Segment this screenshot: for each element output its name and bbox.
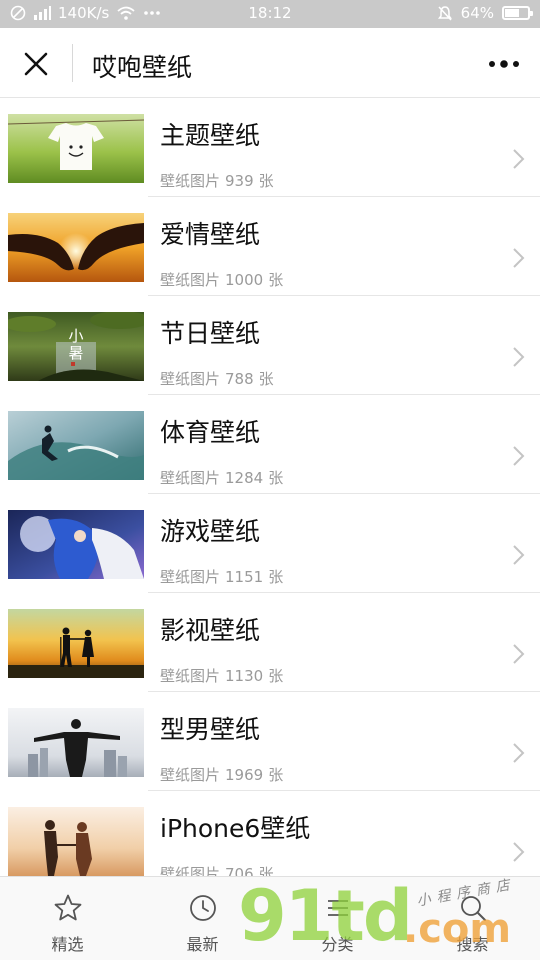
thumbnail-caption: 小暑	[68, 327, 84, 362]
chevron-right-icon	[513, 644, 525, 664]
chevron-right-icon	[513, 149, 525, 169]
image-count: 706	[225, 865, 254, 876]
item-meta: 壁纸图片 939 张	[160, 170, 279, 191]
list-item-games[interactable]: 游戏壁纸 壁纸图片 1151 张	[0, 494, 540, 593]
clock-icon	[186, 891, 220, 925]
status-bar: 140K/s 18:12 64%	[0, 0, 540, 28]
close-button[interactable]	[18, 46, 54, 82]
tab-categories[interactable]: 分类	[270, 877, 405, 960]
image-count: 1969	[225, 766, 264, 784]
item-meta: 壁纸图片 788 张	[160, 368, 279, 389]
more-dots-icon	[489, 60, 519, 68]
item-title: 节日壁纸	[160, 319, 261, 348]
item-meta: 壁纸图片 1130 张	[160, 665, 288, 686]
title-divider	[72, 44, 73, 82]
meta-label: 壁纸图片	[160, 667, 221, 685]
tab-bar: 精选 最新 分类 搜索	[0, 876, 540, 960]
bell-muted-icon	[437, 4, 453, 22]
list-item-sports[interactable]: 体育壁纸 壁纸图片 1284 张	[0, 395, 540, 494]
count-unit: 张	[268, 568, 284, 586]
tab-latest[interactable]: 最新	[135, 877, 270, 960]
image-count: 1151	[225, 568, 264, 586]
item-title: 爱情壁纸	[160, 220, 261, 249]
battery-icon	[502, 6, 533, 20]
tab-featured[interactable]: 精选	[0, 877, 135, 960]
battery-fill	[505, 9, 519, 17]
tab-search[interactable]: 搜索	[405, 877, 540, 960]
category-list: 主题壁纸 壁纸图片 939 张 爱情壁纸 壁纸图片 1000 张 小暑 节日壁纸…	[0, 98, 540, 876]
count-unit: 张	[258, 865, 274, 876]
meta-label: 壁纸图片	[160, 469, 221, 487]
list-icon	[321, 891, 355, 925]
thumbnail-couple-sunset	[8, 609, 144, 678]
chevron-right-icon	[513, 842, 525, 862]
thumbnail-game-character	[8, 510, 144, 579]
item-title: 型男壁纸	[160, 715, 261, 744]
title-bar: 哎咆壁纸	[0, 28, 540, 98]
chevron-right-icon	[513, 545, 525, 565]
tab-label: 分类	[321, 935, 354, 954]
meta-label: 壁纸图片	[160, 271, 221, 289]
chevron-right-icon	[513, 743, 525, 763]
search-icon	[456, 891, 490, 925]
meta-label: 壁纸图片	[160, 766, 221, 784]
item-meta: 壁纸图片 1969 张	[160, 764, 288, 785]
meta-label: 壁纸图片	[160, 172, 221, 190]
count-unit: 张	[268, 271, 284, 289]
item-title: 游戏壁纸	[160, 517, 261, 546]
thumbnail-lotus: 小暑	[8, 312, 144, 381]
thumbnail-man-city	[8, 708, 144, 777]
chevron-right-icon	[513, 347, 525, 367]
item-title: 影视壁纸	[160, 616, 261, 645]
list-item-iphone6[interactable]: iPhone6壁纸 壁纸图片 706 张	[0, 791, 540, 876]
image-count: 939	[225, 172, 254, 190]
list-item-guys[interactable]: 型男壁纸 壁纸图片 1969 张	[0, 692, 540, 791]
image-count: 1000	[225, 271, 264, 289]
list-item-movies[interactable]: 影视壁纸 壁纸图片 1130 张	[0, 593, 540, 692]
star-icon	[51, 891, 85, 925]
image-count: 1130	[225, 667, 264, 685]
meta-label: 壁纸图片	[160, 865, 221, 876]
count-unit: 张	[268, 469, 284, 487]
tab-label: 搜索	[456, 935, 489, 954]
tab-label: 最新	[186, 935, 219, 954]
item-title: 主题壁纸	[160, 121, 261, 150]
more-menu-button[interactable]	[484, 50, 524, 78]
count-unit: 张	[258, 370, 274, 388]
count-unit: 张	[268, 667, 284, 685]
tab-label: 精选	[51, 935, 84, 954]
count-unit: 张	[258, 172, 274, 190]
thumbnail-surfer	[8, 411, 144, 480]
image-count: 788	[225, 370, 254, 388]
item-meta: 壁纸图片 1151 张	[160, 566, 288, 587]
count-unit: 张	[268, 766, 284, 784]
close-icon	[24, 52, 48, 76]
status-right: 64%	[437, 4, 533, 22]
item-title: iPhone6壁纸	[160, 814, 311, 843]
thumbnail-heart-hands	[8, 213, 144, 282]
chevron-right-icon	[513, 446, 525, 466]
list-item-festival[interactable]: 小暑 节日壁纸 壁纸图片 788 张	[0, 296, 540, 395]
thumbnail-couple-walking	[8, 807, 144, 876]
item-meta: 壁纸图片 706 张	[160, 863, 279, 876]
image-count: 1284	[225, 469, 264, 487]
meta-label: 壁纸图片	[160, 568, 221, 586]
thumbnail-t-shirt	[8, 114, 144, 183]
item-meta: 壁纸图片 1000 张	[160, 269, 288, 290]
list-item-theme[interactable]: 主题壁纸 壁纸图片 939 张	[0, 98, 540, 197]
chevron-right-icon	[513, 248, 525, 268]
battery-percent: 64%	[460, 4, 494, 22]
item-meta: 壁纸图片 1284 张	[160, 467, 288, 488]
item-title: 体育壁纸	[160, 418, 261, 447]
meta-label: 壁纸图片	[160, 370, 221, 388]
page-title: 哎咆壁纸	[92, 53, 193, 82]
list-item-love[interactable]: 爱情壁纸 壁纸图片 1000 张	[0, 197, 540, 296]
